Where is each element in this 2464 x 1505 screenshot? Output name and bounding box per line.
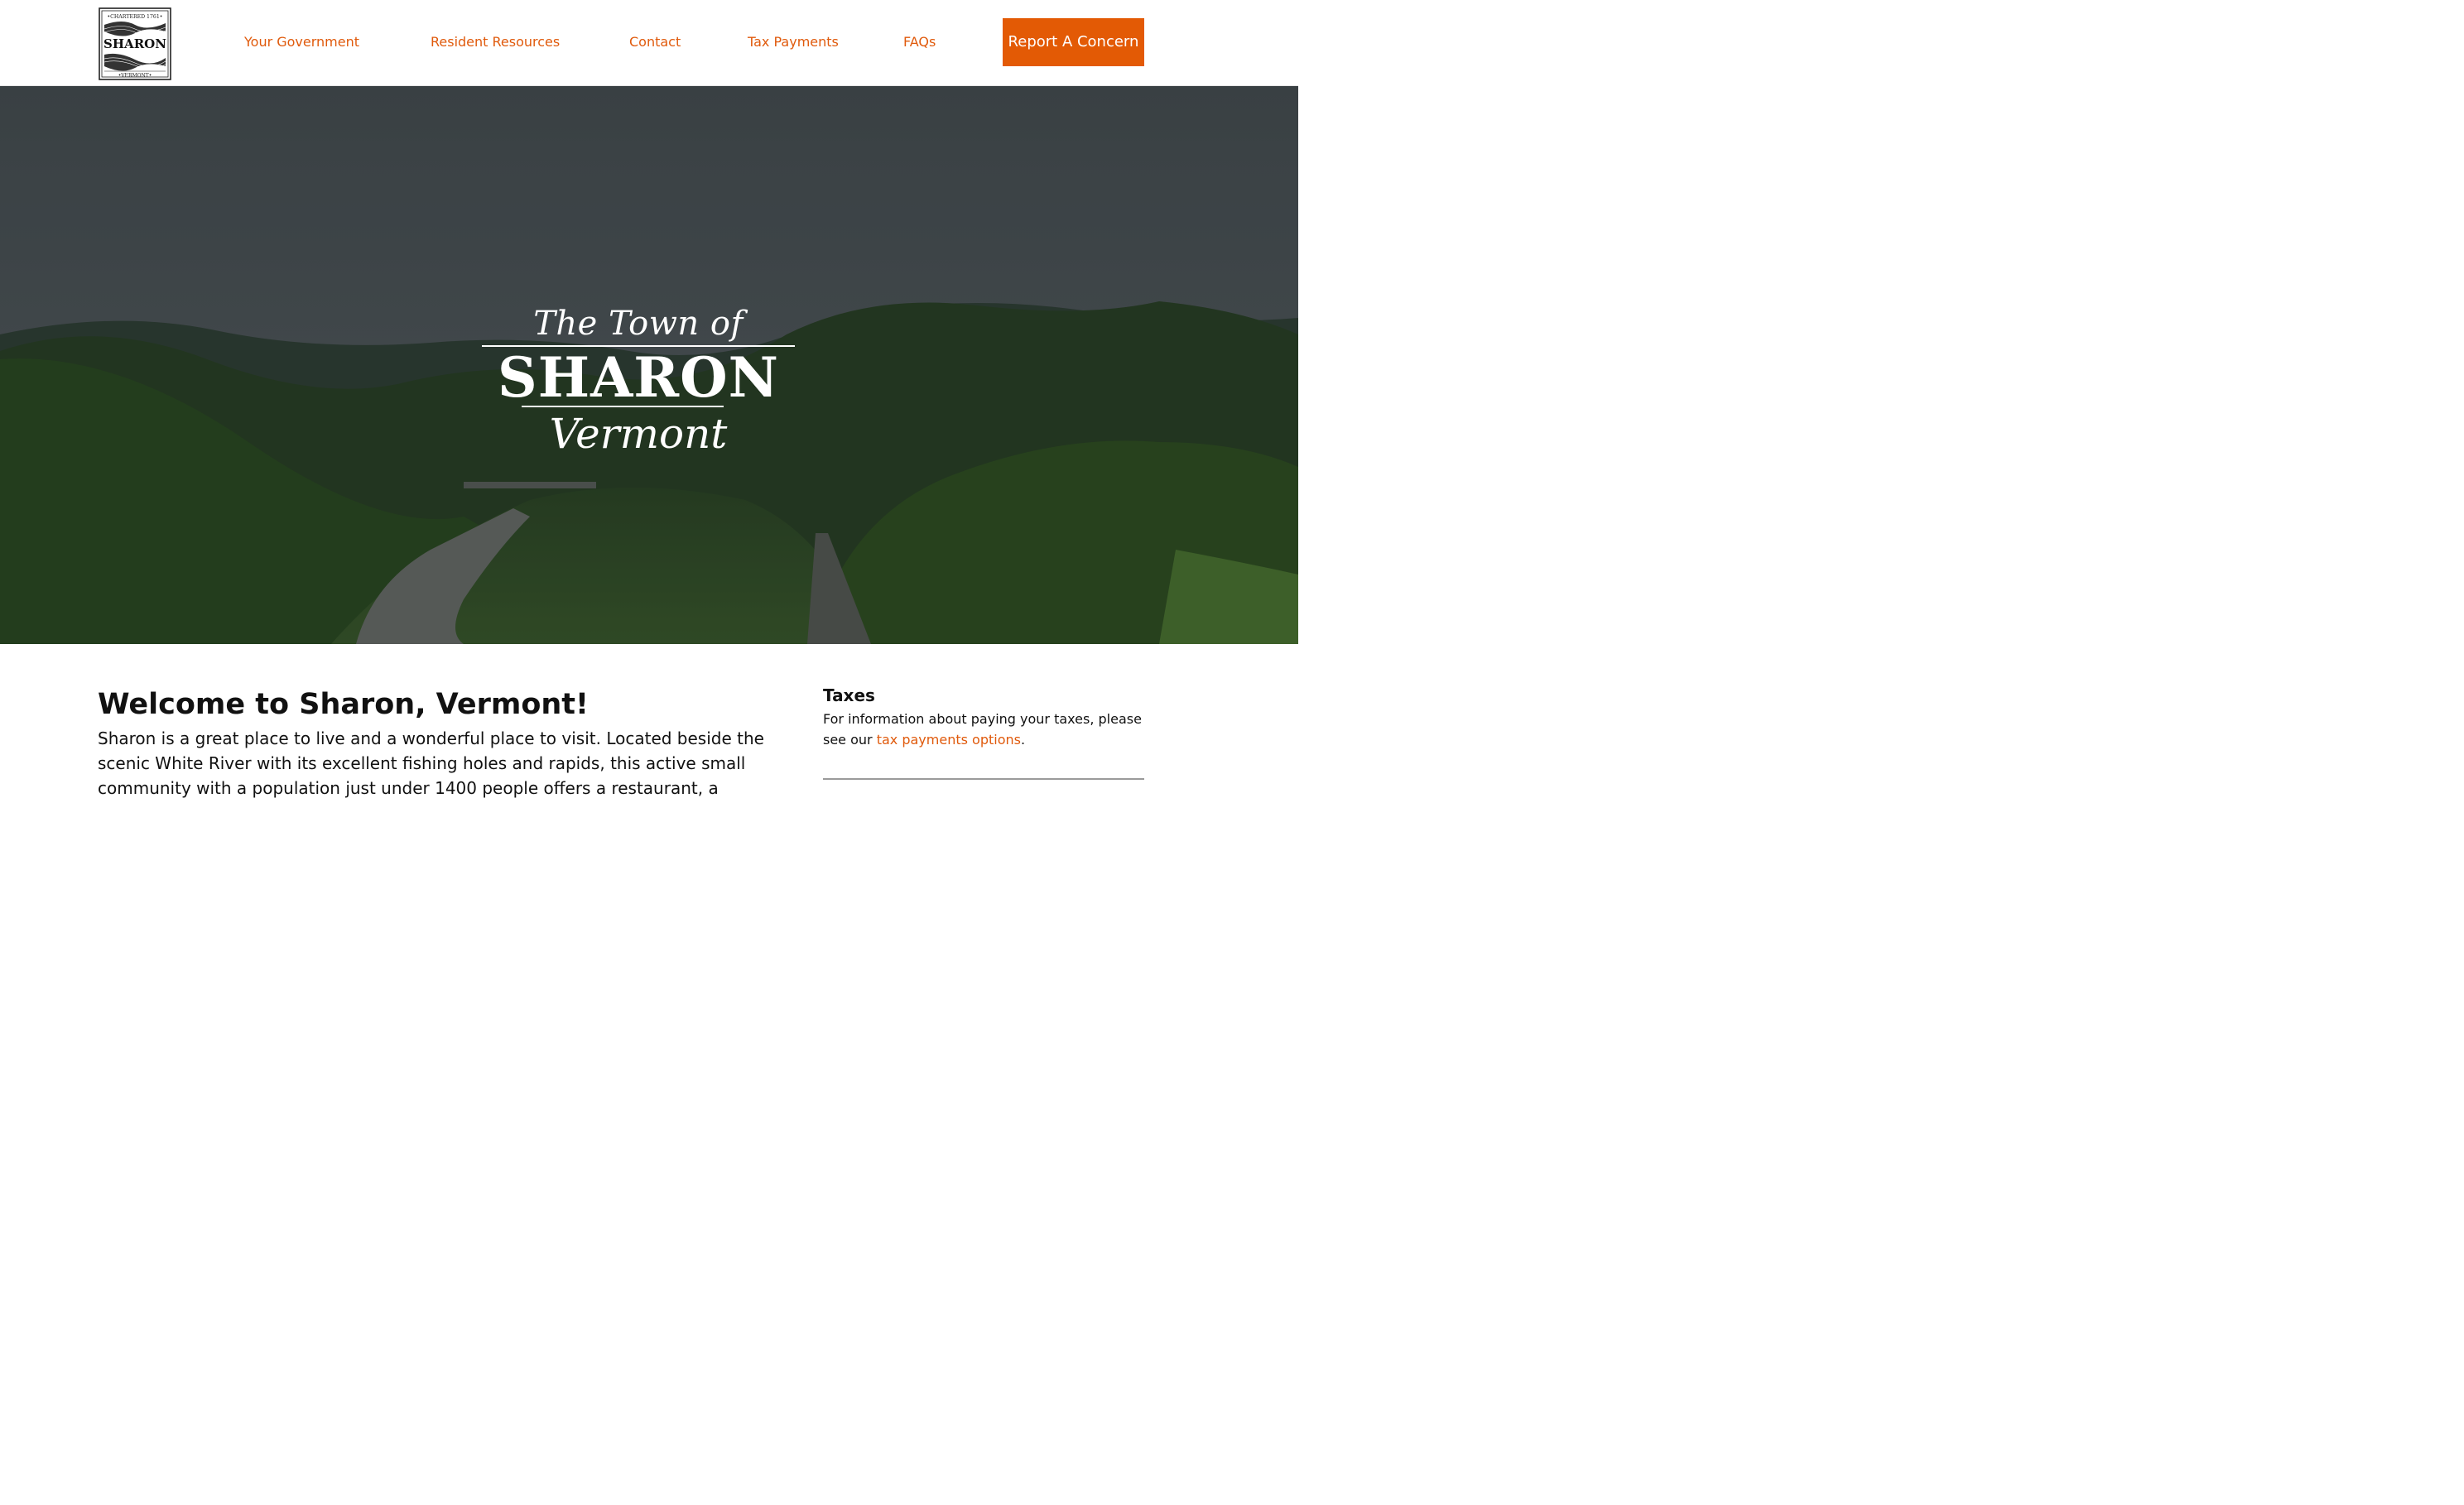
nav-your-government[interactable]: Your Government [244, 34, 359, 50]
nav-tax-payments[interactable]: Tax Payments [748, 34, 839, 50]
sidebar-heading: Taxes [823, 685, 875, 705]
town-wordmark: The Town of SHARON Vermont [479, 303, 798, 465]
hero-banner: The Town of SHARON Vermont [0, 86, 1298, 644]
site-header: •CHARTERED 1761• SHARON •VERMONT• Your G… [0, 0, 1298, 86]
tax-payments-options-link[interactable]: tax payments options [877, 732, 1021, 748]
wordmark-line-3: Vermont [549, 410, 728, 458]
svg-text:SHARON: SHARON [103, 36, 166, 51]
page-title: Welcome to Sharon, Vermont! [98, 688, 589, 721]
svg-text:•VERMONT•: •VERMONT• [118, 73, 152, 79]
wordmark-line-1: The Town of [533, 305, 744, 343]
report-concern-button[interactable]: Report A Concern [1003, 18, 1144, 66]
nav-faqs[interactable]: FAQs [903, 34, 936, 50]
taxes-sidebar: Taxes For information about paying your … [823, 684, 1144, 750]
svg-text:•CHARTERED 1761•: •CHARTERED 1761• [108, 14, 163, 20]
sidebar-text: For information about paying your taxes,… [823, 709, 1144, 750]
town-seal-logo[interactable]: •CHARTERED 1761• SHARON •VERMONT• [98, 7, 172, 81]
welcome-paragraph: Sharon is a great place to live and a wo… [98, 728, 764, 798]
sidebar-divider [823, 778, 1144, 780]
wordmark-line-2: SHARON [498, 345, 779, 410]
sidebar-text-end: . [1020, 732, 1026, 748]
nav-contact[interactable]: Contact [629, 34, 681, 50]
nav-resident-resources[interactable]: Resident Resources [431, 34, 560, 50]
